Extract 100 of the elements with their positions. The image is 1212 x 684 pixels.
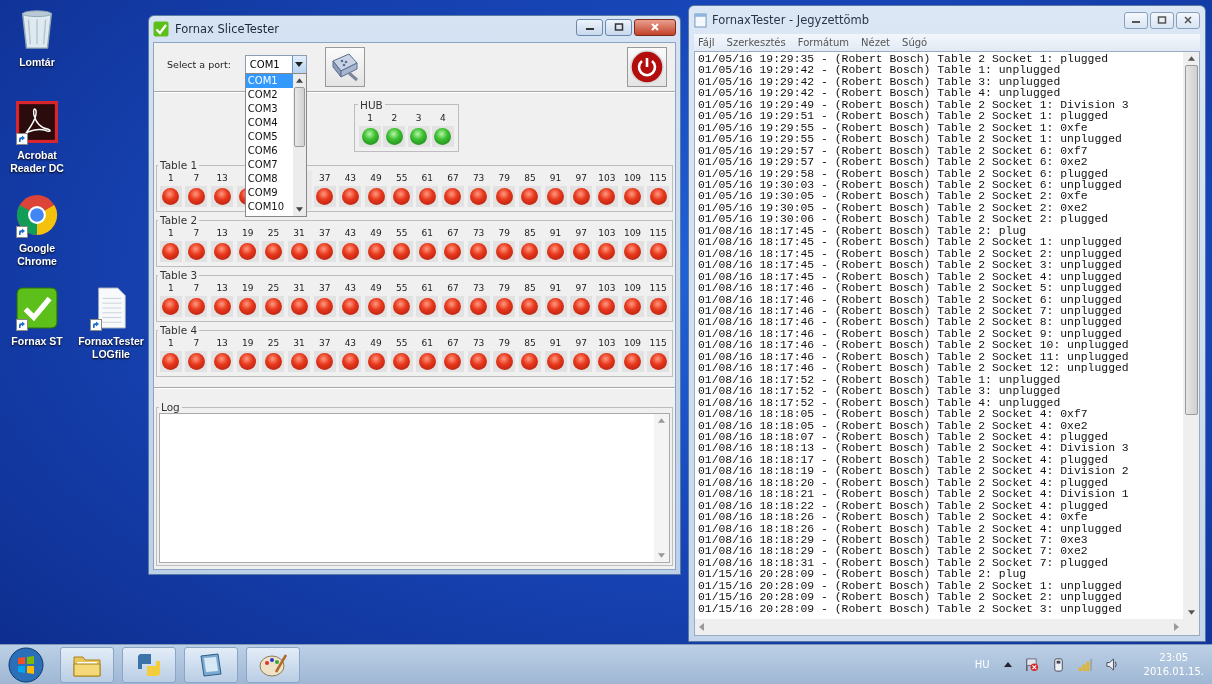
close-icon xyxy=(650,22,660,32)
socket-number: 85 xyxy=(524,282,536,295)
socket-number: 109 xyxy=(623,337,642,350)
acrobat-icon xyxy=(16,101,58,143)
log-line: 01/05/16 19:29:42 - (Robert Bosch) Table 1: unplugged xyxy=(698,65,1061,77)
socket-number: 109 xyxy=(623,227,642,240)
caret-up-icon[interactable] xyxy=(1003,662,1012,667)
socket-number: 61 xyxy=(421,337,434,350)
scroll-down-icon xyxy=(295,207,303,212)
port-option[interactable]: COM3 xyxy=(245,102,293,116)
connect-button[interactable] xyxy=(324,47,365,87)
socket-number: 97 xyxy=(575,172,587,185)
log-line: 01/08/16 18:17:46 - (Robert Bosch) Table 2 Socket 10: unplugged xyxy=(698,340,1130,352)
socket-number: 103 xyxy=(598,337,616,350)
port-option[interactable]: COM4 xyxy=(245,116,293,130)
log-line: 01/08/16 18:17:52 - (Robert Bosch) Table 4: unplugged xyxy=(698,397,1062,409)
log-line: 01/08/16 18:17:46 - (Robert Bosch) Table 2 Socket 5: unplugged xyxy=(698,283,1123,295)
log-line: 01/05/16 19:29:35 - (Robert Bosch) Table 2 Socket 1: plugged xyxy=(698,54,1110,66)
socket-number: 61 xyxy=(421,282,434,295)
log-line: 01/08/16 18:18:05 - (Robert Bosch) Table 2 Socket 4: 0xf7 xyxy=(698,409,1089,421)
socket-number: 109 xyxy=(623,172,642,185)
socket-number: 61 xyxy=(421,227,434,240)
group-label: Log xyxy=(160,401,181,413)
taskbar-app-button[interactable] xyxy=(122,646,176,683)
maximize-button[interactable] xyxy=(1150,11,1174,29)
log-line: 01/08/16 18:18:29 - (Robert Bosch) Table 2 Socket 7: 0xe2 xyxy=(698,546,1089,558)
socket-number: 49 xyxy=(370,282,382,295)
close-button[interactable] xyxy=(1176,11,1200,29)
socket-number: 1 xyxy=(167,337,174,350)
menu-item[interactable]: Formátum xyxy=(797,37,850,48)
menu-item[interactable]: Szerkesztés xyxy=(726,37,786,48)
socket-number: 97 xyxy=(575,227,587,240)
log-line: 01/15/16 20:28:09 - (Robert Bosch) Table 2 Socket 2: unplugged xyxy=(698,592,1123,604)
socket-number: 55 xyxy=(395,227,408,240)
scroll-up-icon xyxy=(1187,56,1195,61)
taskbar-app-button[interactable] xyxy=(184,646,238,683)
socket-number: 31 xyxy=(293,227,305,240)
socket-number: 7 xyxy=(193,282,200,295)
socket-number: 67 xyxy=(447,172,459,185)
socket-number: 109 xyxy=(623,282,642,295)
scroll-thumb[interactable] xyxy=(1184,65,1198,415)
taskbar-app-button[interactable] xyxy=(246,646,300,683)
socket-number: 49 xyxy=(370,337,382,350)
scrollbar[interactable] xyxy=(694,619,1200,636)
log-line: 01/05/16 19:30:05 - (Robert Bosch) Table 2 Socket 2: 0xfe xyxy=(698,191,1088,203)
maximize-button[interactable] xyxy=(605,18,632,36)
port-option[interactable]: COM5 xyxy=(245,130,293,144)
window-title: Fornax SliceTester xyxy=(175,22,280,36)
close-button[interactable] xyxy=(634,18,676,36)
port-option[interactable]: COM2 xyxy=(245,88,293,102)
socket-number: 43 xyxy=(344,337,357,350)
socket-number: 79 xyxy=(498,172,510,185)
socket-number: 25 xyxy=(267,227,280,240)
socket-number: 103 xyxy=(598,227,616,240)
menu-item[interactable]: Fájl xyxy=(698,37,715,48)
port-option[interactable]: COM10 xyxy=(245,200,293,214)
socket-number: 31 xyxy=(293,337,305,350)
checkmark-icon xyxy=(153,21,169,37)
socket-number: 115 xyxy=(649,172,667,185)
taskbar-app-button[interactable] xyxy=(60,646,114,683)
flag-icon[interactable] xyxy=(1023,657,1039,672)
port-option[interactable]: COM9 xyxy=(245,186,293,200)
desktop-shortcut[interactable]: Acrobat Reader DC xyxy=(0,97,74,190)
scroll-left-icon xyxy=(699,623,704,631)
log-line: 01/05/16 19:29:55 - (Robert Bosch) Table 2 Socket 1: unplugged xyxy=(698,134,1123,146)
desktop-shortcut[interactable]: FornaxTester LOGfile xyxy=(74,283,148,376)
scroll-thumb[interactable] xyxy=(293,87,305,147)
log-line: 01/08/16 18:17:45 - (Robert Bosch) Table 2: plug xyxy=(698,225,1027,238)
desktop-shortcut[interactable]: Google Chrome xyxy=(0,190,74,283)
notepad-icon xyxy=(694,12,707,28)
socket-number: 55 xyxy=(395,337,408,350)
port-option[interactable]: COM8 xyxy=(245,172,293,186)
socket-number: 55 xyxy=(395,172,408,185)
scrollbar[interactable] xyxy=(292,74,306,216)
port-option[interactable]: COM6 xyxy=(245,144,293,158)
socket-number: 37 xyxy=(319,227,331,240)
minimize-button[interactable] xyxy=(1124,11,1148,29)
scroll-right-icon xyxy=(1174,623,1179,631)
scrollbar[interactable] xyxy=(1183,52,1199,619)
desktop-shortcut[interactable]: Fornax ST xyxy=(0,283,74,376)
group-label: Table 2 xyxy=(159,214,199,226)
socket-number: 49 xyxy=(370,227,382,240)
socket-number: 43 xyxy=(344,227,357,240)
scroll-down-icon xyxy=(658,553,665,558)
socket-number: 115 xyxy=(649,227,667,240)
port-option[interactable]: COM7 xyxy=(245,158,293,172)
window-title: FornaxTester - Jegyzettömb xyxy=(712,13,870,27)
socket-number: 37 xyxy=(319,282,331,295)
scrollbar[interactable] xyxy=(654,414,669,562)
power-button[interactable] xyxy=(627,47,667,87)
power-icon xyxy=(630,50,664,84)
group-label: Table 4 xyxy=(159,324,199,336)
desktop-shortcut[interactable]: Lomtár xyxy=(0,4,74,97)
socket-number: 67 xyxy=(447,227,459,240)
menu-item[interactable]: Nézet xyxy=(861,37,891,48)
speaker-icon[interactable] xyxy=(1104,657,1120,672)
minimize-button[interactable] xyxy=(576,18,603,36)
log-line: 01/05/16 19:30:05 - (Robert Bosch) Table 2 Socket 2: 0xe2 xyxy=(698,202,1088,215)
menu-item[interactable]: Súgó xyxy=(902,37,928,48)
log-line: 01/05/16 19:29:57 - (Robert Bosch) Table 2 Socket 6: 0xf7 xyxy=(698,145,1089,157)
